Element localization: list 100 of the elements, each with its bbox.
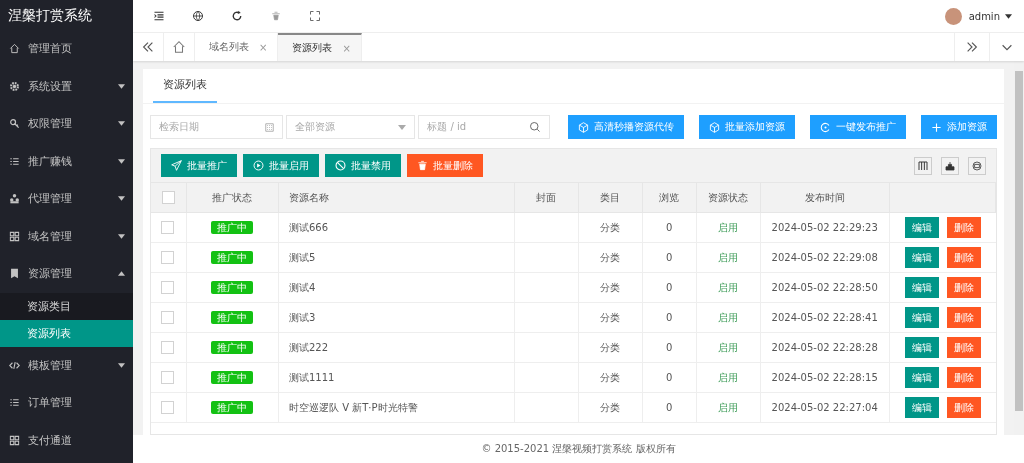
columns-icon[interactable] xyxy=(914,156,932,175)
submenu-item[interactable]: 资源类目 xyxy=(0,292,133,320)
checkbox[interactable] xyxy=(161,221,174,234)
trash-icon[interactable] xyxy=(270,10,282,22)
sidebar-item[interactable]: 订单管理 xyxy=(0,384,133,422)
edit-button[interactable]: 编辑 xyxy=(904,397,939,418)
key-icon xyxy=(9,118,20,130)
sidebar-item[interactable]: 代理管理 xyxy=(0,180,133,218)
sidebar-item[interactable]: 推广赚钱 xyxy=(0,142,133,180)
table-cell: 测试222 xyxy=(278,332,515,363)
edit-button[interactable]: 编辑 xyxy=(904,217,939,238)
sidebar-item[interactable]: 域名管理 xyxy=(0,217,133,255)
code-icon xyxy=(9,359,20,371)
sidebar-item[interactable]: 权限管理 xyxy=(0,105,133,143)
book-icon xyxy=(9,268,20,280)
list-icon xyxy=(9,397,20,409)
users-icon xyxy=(9,193,20,205)
tab-label: 域名列表 xyxy=(209,40,249,54)
checkbox[interactable] xyxy=(161,371,174,384)
delete-button[interactable]: 删除 xyxy=(946,307,981,328)
status-badge: 推广中 xyxy=(211,400,254,414)
table-cell: 2024-05-02 22:27:04 xyxy=(760,392,890,423)
sidebar-item[interactable]: 支付通道 xyxy=(0,421,133,459)
sidebar-item[interactable]: 管理首页 xyxy=(0,30,133,68)
table-cell: 2024-05-02 22:29:08 xyxy=(760,242,890,273)
checkbox[interactable] xyxy=(161,191,175,204)
fullscreen-icon[interactable] xyxy=(309,10,321,22)
search-field[interactable]: 标题 / id xyxy=(418,115,550,139)
table-cell: 分类 xyxy=(578,362,643,393)
action-button[interactable]: 一键发布推广 xyxy=(810,115,906,139)
delete-button[interactable]: 删除 xyxy=(946,337,981,358)
home-icon xyxy=(9,43,20,55)
delete-button[interactable]: 删除 xyxy=(946,367,981,388)
plus-icon xyxy=(931,121,942,133)
column-header: 封面 xyxy=(514,183,579,213)
table-cell: 启用 xyxy=(696,242,761,273)
edit-button[interactable]: 编辑 xyxy=(904,337,939,358)
status-badge: 推广中 xyxy=(211,250,254,264)
batch-button[interactable]: 批量启用 xyxy=(243,154,319,177)
avatar[interactable] xyxy=(944,7,962,25)
delete-button[interactable]: 删除 xyxy=(946,217,981,238)
table-cell: 0 xyxy=(642,242,697,273)
list-icon xyxy=(9,155,20,167)
caret-icon xyxy=(118,362,125,368)
checkbox[interactable] xyxy=(161,341,174,354)
batch-button[interactable]: 批量推广 xyxy=(161,154,237,177)
table-cell: 启用 xyxy=(696,392,761,423)
category-select[interactable]: 全部资源 xyxy=(285,115,416,139)
batch-button[interactable]: 批量禁用 xyxy=(325,154,401,177)
status-badge: 推广中 xyxy=(211,280,254,294)
table-cell: 分类 xyxy=(578,302,643,333)
date-field[interactable]: 检索日期 xyxy=(150,115,283,139)
card-tab[interactable]: 资源列表 xyxy=(153,69,217,103)
edit-button[interactable]: 编辑 xyxy=(904,367,939,388)
gear-icon xyxy=(9,80,20,92)
table-cell: 0 xyxy=(642,212,697,243)
checkbox[interactable] xyxy=(161,281,174,294)
action-button[interactable]: 批量添加资源 xyxy=(699,115,795,139)
table-cell: 测试3 xyxy=(278,302,515,333)
edit-button[interactable]: 编辑 xyxy=(904,247,939,268)
sidebar-item[interactable]: 模板管理 xyxy=(0,346,133,384)
caret-icon xyxy=(118,271,125,277)
search-icon[interactable] xyxy=(529,121,541,133)
delete-button[interactable]: 删除 xyxy=(946,247,981,268)
status-badge: 推广中 xyxy=(211,370,254,384)
action-button[interactable]: 添加资源 xyxy=(921,115,997,139)
delete-button[interactable]: 删除 xyxy=(946,397,981,418)
table-cell: 2024-05-02 22:28:15 xyxy=(760,362,890,393)
edit-button[interactable]: 编辑 xyxy=(904,307,939,328)
submenu-item[interactable]: 资源列表 xyxy=(0,319,133,347)
ban-icon xyxy=(335,160,346,171)
sidebar-item[interactable]: 资源管理 xyxy=(0,255,133,293)
table-cell: 启用 xyxy=(696,272,761,303)
checkbox[interactable] xyxy=(161,401,174,414)
caret-icon xyxy=(118,233,125,239)
column-header: 资源名称 xyxy=(278,183,515,213)
table-cell: 分类 xyxy=(578,392,643,423)
close-icon[interactable]: × xyxy=(342,42,351,54)
action-button[interactable]: 高清秒播资源代传 xyxy=(568,115,684,139)
batch-button[interactable]: 批量删除 xyxy=(407,154,483,177)
user-name[interactable]: admin xyxy=(968,10,1000,22)
table-cell: 测试666 xyxy=(278,212,515,243)
play-icon xyxy=(253,160,264,171)
delete-button[interactable]: 删除 xyxy=(946,277,981,298)
sidebar-item[interactable]: 系统设置 xyxy=(0,67,133,105)
refresh-icon xyxy=(820,121,831,133)
globe-icon[interactable] xyxy=(192,10,204,22)
menu-icon[interactable] xyxy=(153,10,165,22)
column-header: 资源状态 xyxy=(696,183,761,213)
caret-icon xyxy=(118,196,125,202)
column-header: 浏览 xyxy=(642,183,697,213)
table-cell: 启用 xyxy=(696,212,761,243)
checkbox[interactable] xyxy=(161,251,174,264)
table-cell: 启用 xyxy=(696,362,761,393)
refresh-icon[interactable] xyxy=(231,10,243,22)
table-cell: 测试4 xyxy=(278,272,515,303)
close-icon[interactable]: × xyxy=(259,41,268,53)
status-badge: 推广中 xyxy=(211,340,254,354)
checkbox[interactable] xyxy=(161,311,174,324)
edit-button[interactable]: 编辑 xyxy=(904,277,939,298)
